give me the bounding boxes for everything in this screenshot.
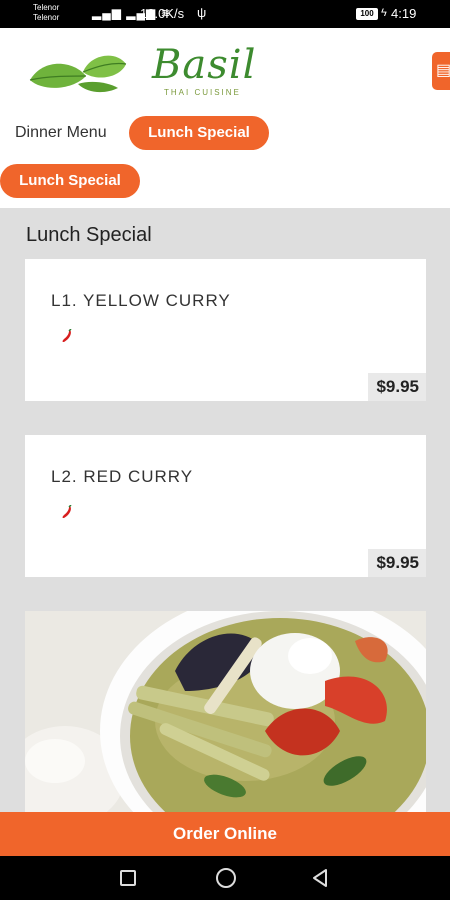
status-bar: Telenor Telenor ▂▄▆ ▂▄▆ ≋ 12.0K/s ψ 100 …	[0, 0, 450, 28]
food-photo[interactable]	[25, 611, 426, 812]
menu-item-name: L2. RED CURRY	[51, 467, 194, 486]
clock: 4:19	[391, 6, 417, 21]
menu-content[interactable]: Lunch Special L1. YELLOW CURRY $9.95 L2.…	[0, 208, 450, 812]
menu-item-price: $9.95	[368, 373, 426, 401]
back-icon[interactable]	[310, 868, 330, 888]
basil-leaf-icon	[29, 55, 127, 93]
menu-item-card[interactable]: L1. YELLOW CURRY $9.95	[25, 259, 426, 401]
cart-button[interactable]: ▤	[432, 52, 450, 90]
basil-logo: Basil THAI CUISINE	[152, 42, 255, 102]
tab-lunch-special[interactable]: Lunch Special	[129, 116, 269, 150]
logo-tagline: THAI CUISINE	[164, 88, 241, 97]
chili-pepper-icon	[62, 329, 72, 342]
logo-name: Basil	[152, 42, 257, 88]
order-online-button[interactable]: Order Online	[0, 812, 450, 856]
cart-icon: ▤	[436, 62, 450, 79]
usb-icon: ψ	[197, 5, 207, 20]
curry-dish-image	[25, 611, 426, 812]
menu-item-name: L1. YELLOW CURRY	[51, 291, 231, 310]
menu-item-price: $9.95	[368, 549, 426, 577]
tab-dinner-menu[interactable]: Dinner Menu	[15, 124, 107, 142]
carrier-1: Telenor	[33, 3, 60, 12]
category-chip-lunch-special[interactable]: Lunch Special	[0, 164, 140, 198]
carrier-names: Telenor Telenor	[33, 3, 59, 23]
header: Basil THAI CUISINE ▤ Dinner Menu Lunch S…	[0, 28, 450, 208]
network-speed: 12.0K/s	[140, 6, 185, 21]
system-nav-bar	[0, 856, 450, 900]
chili-pepper-icon	[62, 505, 72, 518]
battery-icon: 100	[356, 8, 378, 20]
home-icon[interactable]	[216, 868, 236, 888]
menu-item-card[interactable]: L2. RED CURRY $9.95	[25, 435, 426, 577]
charging-icon: ϟ	[381, 7, 387, 19]
carrier-2: Telenor	[33, 13, 60, 22]
section-title: Lunch Special	[26, 224, 152, 246]
recent-apps-icon[interactable]	[120, 870, 136, 886]
